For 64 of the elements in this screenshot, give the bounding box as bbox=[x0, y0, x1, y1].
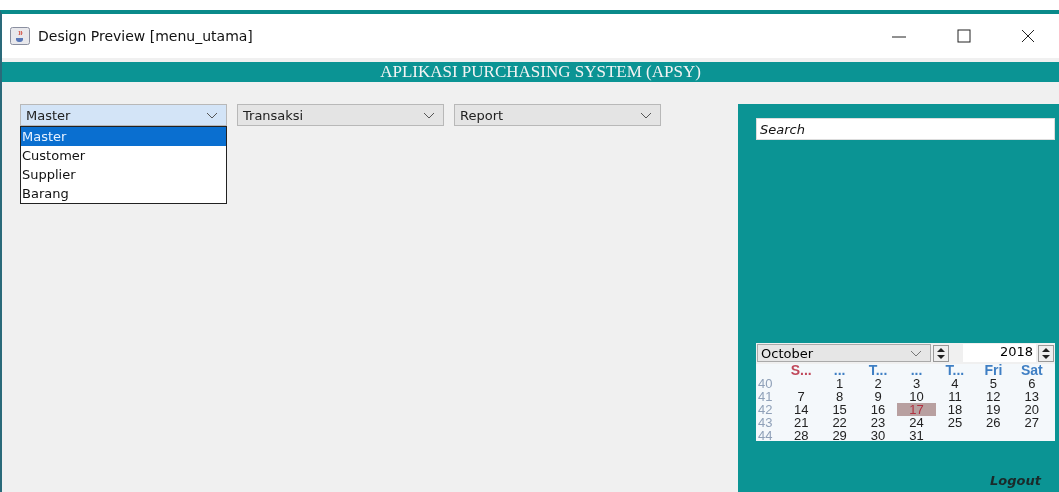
day-cell[interactable]: 23 bbox=[858, 416, 898, 429]
maximize-icon[interactable] bbox=[957, 29, 971, 43]
week-number: 43 bbox=[757, 416, 774, 429]
day-cell[interactable]: 18 bbox=[935, 403, 975, 416]
day-cell[interactable]: 22 bbox=[820, 416, 859, 429]
day-cell[interactable]: 27 bbox=[1012, 416, 1051, 429]
spinner-icon[interactable] bbox=[933, 344, 949, 362]
menu-dropdown[interactable]: Master bbox=[20, 104, 227, 126]
day-cell[interactable]: 20 bbox=[1012, 403, 1051, 416]
dropdown-option[interactable]: Barang bbox=[21, 184, 226, 203]
chevron-down-icon bbox=[423, 111, 435, 119]
search-field[interactable]: Search bbox=[756, 118, 1055, 140]
weekday-label: ... bbox=[833, 364, 846, 377]
month-dropdown[interactable]: October bbox=[757, 344, 931, 362]
week-number: 42 bbox=[757, 403, 774, 416]
day-cell[interactable]: 28 bbox=[782, 429, 821, 442]
week-number: 44 bbox=[757, 429, 774, 442]
day-cell[interactable]: 10 bbox=[897, 390, 936, 403]
app-title: APLIKASI PURCHASING SYSTEM (APSY) bbox=[379, 62, 701, 82]
day-cell[interactable]: 13 bbox=[1012, 390, 1051, 403]
day-cell[interactable]: 5 bbox=[974, 377, 1013, 390]
java-cup-icon bbox=[10, 27, 30, 45]
day-cell[interactable]: 31 bbox=[897, 429, 936, 442]
day-cell[interactable]: 25 bbox=[935, 416, 975, 429]
week-number: 40 bbox=[757, 377, 774, 390]
day-cell[interactable]: 30 bbox=[858, 429, 898, 442]
day-cell[interactable]: 26 bbox=[974, 416, 1013, 429]
day-cell[interactable]: 6 bbox=[1012, 377, 1051, 390]
day-cell[interactable]: 8 bbox=[820, 390, 859, 403]
day-cell[interactable]: 19 bbox=[974, 403, 1013, 416]
dropdown-option[interactable]: Master bbox=[21, 127, 226, 146]
close-icon[interactable] bbox=[1021, 29, 1035, 43]
day-cell[interactable]: 15 bbox=[820, 403, 859, 416]
day-cell[interactable]: 16 bbox=[858, 403, 898, 416]
spinner-icon[interactable] bbox=[1038, 344, 1054, 362]
logout-link[interactable]: Logout bbox=[990, 473, 1041, 488]
day-cell[interactable]: 21 bbox=[782, 416, 821, 429]
day-cell[interactable]: 29 bbox=[820, 429, 859, 442]
weekday-label: Sat bbox=[1020, 364, 1043, 377]
day-cell[interactable]: 12 bbox=[974, 390, 1013, 403]
weekday-label: ... bbox=[910, 364, 923, 377]
day-cell[interactable]: 2 bbox=[858, 377, 898, 390]
weekday-label: T... bbox=[868, 364, 888, 377]
day-cell[interactable]: 3 bbox=[897, 377, 936, 390]
chevron-down-icon bbox=[640, 111, 652, 119]
weekday-label: Fri bbox=[984, 364, 1003, 377]
day-cell[interactable]: 9 bbox=[858, 390, 898, 403]
menu-dropdown[interactable]: Report bbox=[454, 104, 661, 126]
year-field[interactable]: 2018 bbox=[963, 344, 1036, 362]
weekday-label: T... bbox=[945, 364, 965, 377]
menu-dropdown[interactable]: Transaksi bbox=[237, 104, 444, 126]
day-cell[interactable]: 4 bbox=[935, 377, 975, 390]
chevron-down-icon bbox=[910, 349, 922, 357]
dropdown-option[interactable]: Supplier bbox=[21, 165, 226, 184]
day-cell[interactable]: 7 bbox=[782, 390, 821, 403]
day-cell[interactable]: 24 bbox=[897, 416, 936, 429]
window-title: Design Preview [menu_utama] bbox=[38, 28, 253, 44]
weekday-label: S... bbox=[790, 364, 812, 377]
day-cell[interactable]: 1 bbox=[820, 377, 859, 390]
week-number: 41 bbox=[757, 390, 774, 403]
day-cell[interactable]: 11 bbox=[935, 390, 975, 403]
day-cell[interactable]: 14 bbox=[782, 403, 821, 416]
chevron-down-icon bbox=[206, 111, 218, 119]
dropdown-option[interactable]: Customer bbox=[21, 146, 226, 165]
